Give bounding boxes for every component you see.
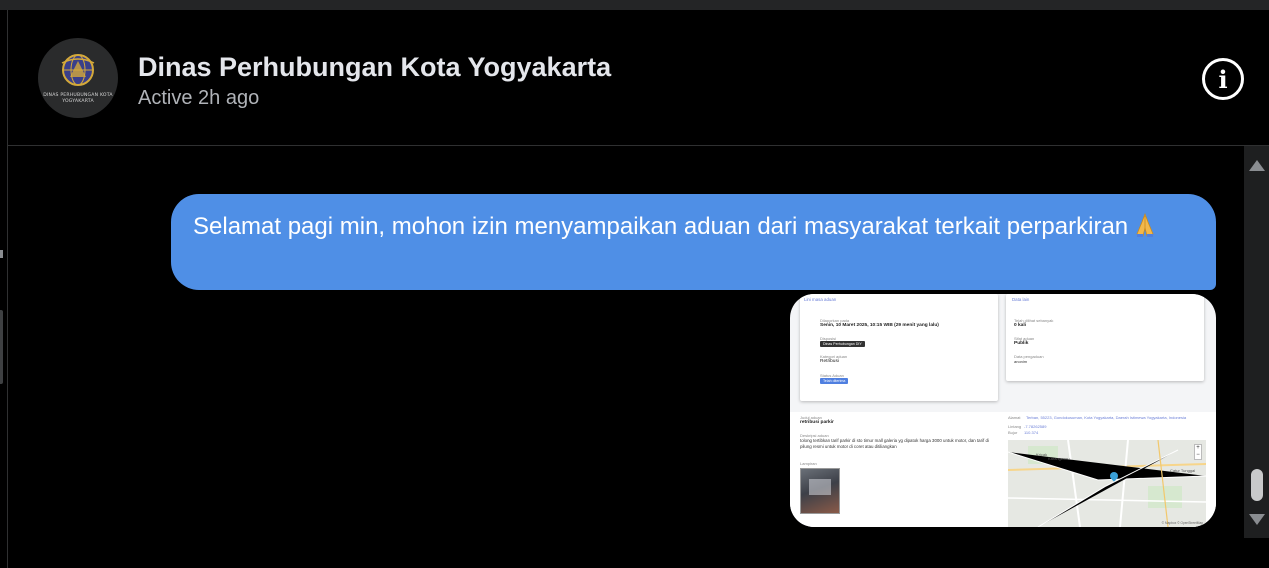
attachment-label: Lampiran: [800, 461, 817, 466]
map-label-karangwaru: Karangwaru: [1048, 456, 1070, 461]
address-value: Terban, 55223, Gondokusuman, Kota Yogyak…: [1026, 415, 1187, 420]
folded-hands-icon: [1134, 212, 1156, 238]
map-label-catur-tunggal: Catur Tunggal: [1170, 468, 1196, 473]
outgoing-text-message[interactable]: Selamat pagi min, mohon izin menyampaika…: [171, 194, 1216, 290]
sifat-value: Publik: [1014, 341, 1029, 346]
left-panel-edge: [0, 10, 8, 568]
category-value: Retribusi: [820, 359, 839, 364]
scroll-thumb[interactable]: [1251, 469, 1263, 501]
info-icon: i: [1218, 64, 1228, 94]
dishub-logo-icon: [61, 54, 95, 86]
longitude-value: 110.374: [1024, 430, 1039, 435]
map-label-kricak: Kricak: [1036, 452, 1048, 457]
date-value: Senin, 10 Maret 2025, 10:15 WIB (29 meni…: [820, 323, 939, 328]
message-list: Selamat pagi min, mohon izin menyampaika…: [8, 146, 1244, 568]
active-status: Active 2h ago: [138, 87, 260, 109]
avatar-logo-text: DINAS PERHUBUNGAN KOTA YOGYAKARTA: [43, 93, 113, 104]
timeline-heading: Lini masa aduan: [804, 297, 837, 302]
complaint-detail: Judul aduan retribusi parkir Deskripsi a…: [790, 412, 1216, 527]
timeline-card: Lini masa aduan Dilaporkan pada Senin, 1…: [800, 294, 998, 401]
attachment-thumbnail: [800, 468, 840, 514]
conversation-title[interactable]: Dinas Perhubungan Kota Yogyakarta: [138, 52, 611, 83]
left-panel-scroll-handle[interactable]: [0, 310, 3, 384]
map-zoom-control: + −: [1194, 444, 1202, 460]
left-panel-marker: [0, 250, 3, 258]
reporter-value: anonim: [1014, 359, 1028, 364]
chat-scrollbar[interactable]: [1244, 146, 1269, 538]
info-button[interactable]: i: [1202, 58, 1244, 100]
other-data-card: Data lain Telah dilihat sebanyak 0 kali …: [1006, 294, 1204, 381]
scroll-down-arrow-icon[interactable]: [1249, 514, 1265, 525]
longitude-label: Bujur: [1008, 430, 1018, 435]
latitude-label: Lintang: [1008, 424, 1022, 429]
location-map: Kricak Karangwaru Catur Tunggal + − © Map…: [1008, 440, 1206, 527]
map-copyright: © Mapbox © OpenStreetMap: [1161, 521, 1203, 525]
complaint-title-value: retribusi parkir: [800, 420, 834, 425]
avatar[interactable]: DINAS PERHUBUNGAN KOTA YOGYAKARTA: [38, 38, 118, 118]
latitude-value: -7.78262589: [1024, 424, 1047, 429]
address-label: Alamat: [1008, 415, 1021, 420]
seen-value: 0 kali: [1014, 323, 1027, 328]
outgoing-image-message[interactable]: Lini masa aduan Dilaporkan pada Senin, 1…: [790, 294, 1216, 527]
status-tag: Telah diterima: [820, 378, 849, 384]
complaint-screenshot: Lini masa aduan Dilaporkan pada Senin, 1…: [790, 294, 1216, 527]
other-data-heading: Data lain: [1012, 297, 1030, 302]
conversation-header: DINAS PERHUBUNGAN KOTA YOGYAKARTA Dinas …: [8, 10, 1269, 146]
window-top-bar: [0, 0, 1269, 10]
message-text: Selamat pagi min, mohon izin menyampaika…: [193, 213, 1129, 240]
description-value: tolong tertibkan tarif parkir di sto tim…: [800, 438, 989, 449]
disposition-tag: Dinas Perhubungan DIY: [820, 341, 865, 347]
scroll-up-arrow-icon[interactable]: [1249, 160, 1265, 171]
